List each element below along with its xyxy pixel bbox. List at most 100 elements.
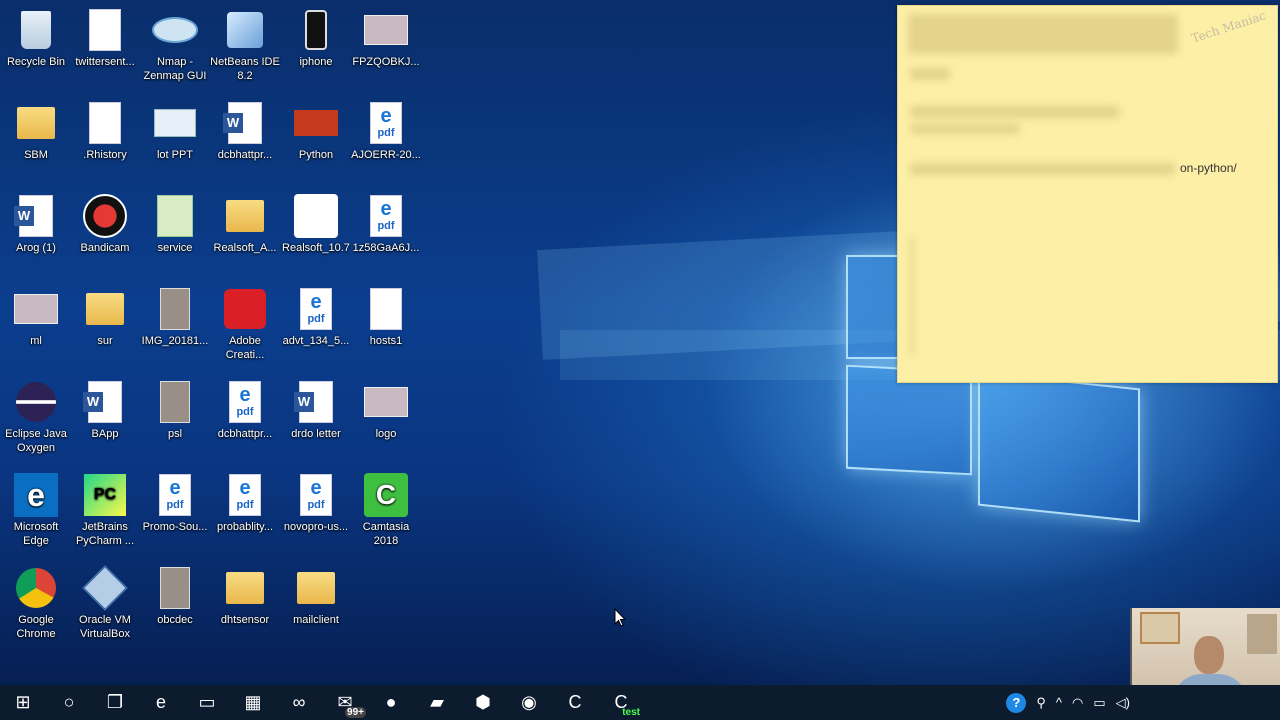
desktop-icon[interactable]: e pdf probablity...: [209, 473, 281, 534]
desktop-icon-label: Arog (1): [16, 242, 56, 254]
desktop-icon[interactable]: Realsoft_10.7: [280, 194, 352, 255]
desktop-icon[interactable]: e pdf Promo-Sou...: [139, 473, 211, 534]
sticky-notes-icon[interactable]: ▰: [414, 685, 460, 720]
document-icon: [363, 287, 409, 331]
desktop-icon[interactable]: PC JetBrains PyCharm ...: [69, 473, 141, 548]
desktop-icon[interactable]: Nmap - Zenmap GUI: [139, 8, 211, 83]
desktop-icon[interactable]: W BApp: [69, 380, 141, 441]
desktop-icon[interactable]: e pdf AJOERR-20...: [350, 101, 422, 162]
desktop-icon[interactable]: Recycle Bin: [0, 8, 72, 69]
chevron-up-icon[interactable]: ^: [1056, 695, 1062, 710]
wifi-icon[interactable]: ◠: [1072, 695, 1083, 711]
pdf-icon: e pdf: [293, 473, 339, 517]
phone-icon: [293, 8, 339, 52]
desktop-icon[interactable]: obcdec: [139, 566, 211, 627]
desktop-icon[interactable]: NetBeans IDE 8.2: [209, 8, 281, 83]
taskbar-badge: test: [622, 707, 640, 718]
battery-icon[interactable]: ▭: [1093, 695, 1105, 711]
desktop-icon-label: IMG_20181...: [141, 335, 209, 347]
desktop-icon-label: Google Chrome: [16, 614, 56, 640]
desktop-icon[interactable]: Adobe Creati...: [209, 287, 281, 362]
desktop-icon[interactable]: .Rhistory: [69, 101, 141, 162]
sticky-note-url-text: on-python/: [1180, 161, 1237, 175]
pdf-icon: e pdf: [363, 101, 409, 145]
folder-icon: [13, 101, 59, 145]
taskbar-badge: 99+: [345, 707, 366, 718]
desktop-icon[interactable]: iphone: [280, 8, 352, 69]
camtasia-icon[interactable]: C: [552, 685, 598, 720]
image-icon: [363, 8, 409, 52]
desktop-icon[interactable]: C Camtasia 2018: [350, 473, 422, 548]
desktop-icon[interactable]: ml: [0, 287, 72, 348]
desktop-icon-label: novopro-us...: [283, 521, 349, 533]
desktop-icon-label: Oracle VM VirtualBox: [79, 614, 131, 640]
desktop-icon[interactable]: mailclient: [280, 566, 352, 627]
desktop-icon[interactable]: Realsoft_A...: [209, 194, 281, 255]
pdf-icon: e pdf: [222, 380, 268, 424]
desktop-icon-label: sur: [97, 335, 113, 347]
desktop-icon-label: Realsoft_A...: [213, 242, 277, 254]
desktop-icon-label: ml: [30, 335, 42, 347]
desktop-icon-label: psl: [167, 428, 183, 440]
virtualbox-icon[interactable]: ⬢: [460, 685, 506, 720]
tech-maniac-watermark: Tech Maniac: [1189, 8, 1268, 46]
task-view-icon[interactable]: ❐: [92, 685, 138, 720]
desktop-icon[interactable]: hosts1: [350, 287, 422, 348]
desktop-icon-label: obcdec: [157, 614, 193, 626]
desktop-icon[interactable]: psl: [139, 380, 211, 441]
pdf-icon: e pdf: [363, 194, 409, 238]
desktop-icon[interactable]: e pdf 1z58GaA6J...: [350, 194, 422, 255]
desktop-icon-label: Bandicam: [80, 242, 130, 254]
desktop-icon-label: lot PPT: [156, 149, 194, 161]
cortana-search-icon[interactable]: ○: [46, 685, 92, 720]
system-tray: ? ⚲ ^ ◠ ▭ ◁): [1006, 685, 1130, 720]
windows-logo-lower-right: [978, 371, 1140, 523]
recycle-bin-icon: [13, 8, 59, 52]
desktop-icon[interactable]: logo: [350, 380, 422, 441]
realsoft-icon: [293, 194, 339, 238]
desktop-icon[interactable]: service: [139, 194, 211, 255]
desktop-icon[interactable]: Google Chrome: [0, 566, 72, 641]
desktop-icon[interactable]: e pdf dcbhattpr...: [209, 380, 281, 441]
chrome-icon[interactable]: ◉: [506, 685, 552, 720]
desktop-icon[interactable]: W Arog (1): [0, 194, 72, 255]
eye-icon: [152, 8, 198, 52]
desktop-icon[interactable]: Bandicam: [69, 194, 141, 255]
file-explorer-icon[interactable]: ▭: [184, 685, 230, 720]
desktop-icon-label: dcbhattpr...: [217, 149, 273, 161]
mail-icon[interactable]: ✉ 99+: [322, 685, 368, 720]
desktop-icon-label: Camtasia 2018: [362, 521, 410, 547]
desktop-icon[interactable]: Python: [280, 101, 352, 162]
sticky-note[interactable]: on-python/ Tech Maniac: [897, 5, 1278, 383]
desktop-icon[interactable]: Oracle VM VirtualBox: [69, 565, 141, 641]
volume-icon[interactable]: ◁): [1116, 695, 1130, 711]
desktop-icon-label: probablity...: [216, 521, 274, 533]
arduino-icon[interactable]: ∞: [276, 685, 322, 720]
desktop-icon[interactable]: e Microsoft Edge: [0, 473, 72, 548]
document-icon: [82, 101, 128, 145]
adobe-cc-icon: [222, 287, 268, 331]
desktop-icon[interactable]: e pdf novopro-us...: [280, 473, 352, 534]
desktop-icon[interactable]: Wdrdo letter: [280, 380, 352, 441]
desktop-icon[interactable]: lot PPT: [139, 101, 211, 162]
help-icon[interactable]: ?: [1006, 692, 1027, 713]
green-ball-icon[interactable]: ●: [368, 685, 414, 720]
store-icon[interactable]: ▦: [230, 685, 276, 720]
slides-icon: [152, 101, 198, 145]
edge-icon[interactable]: e: [138, 685, 184, 720]
folder-icon: [222, 194, 268, 238]
desktop-icon[interactable]: FPZQOBKJ...: [350, 8, 422, 69]
camtasia-recorder-icon[interactable]: Ctest: [598, 685, 644, 720]
desktop-icon[interactable]: Eclipse Java Oxygen: [0, 380, 72, 455]
desktop-icon[interactable]: twittersent...: [69, 8, 141, 69]
desktop-icon[interactable]: SBM: [0, 101, 72, 162]
desktop-icon[interactable]: sur: [69, 287, 141, 348]
desktop-icon[interactable]: IMG_20181...: [139, 287, 211, 348]
desktop-icon[interactable]: dhtsensor: [209, 566, 281, 627]
windows-start-icon[interactable]: ⊞: [0, 685, 46, 720]
people-icon[interactable]: ⚲: [1036, 695, 1046, 711]
spreadsheet-icon: [152, 194, 198, 238]
desktop-icon[interactable]: Wdcbhattpr...: [209, 101, 281, 162]
virtualbox-icon: [82, 565, 128, 611]
desktop-icon[interactable]: e pdf advt_134_5...: [280, 287, 352, 348]
